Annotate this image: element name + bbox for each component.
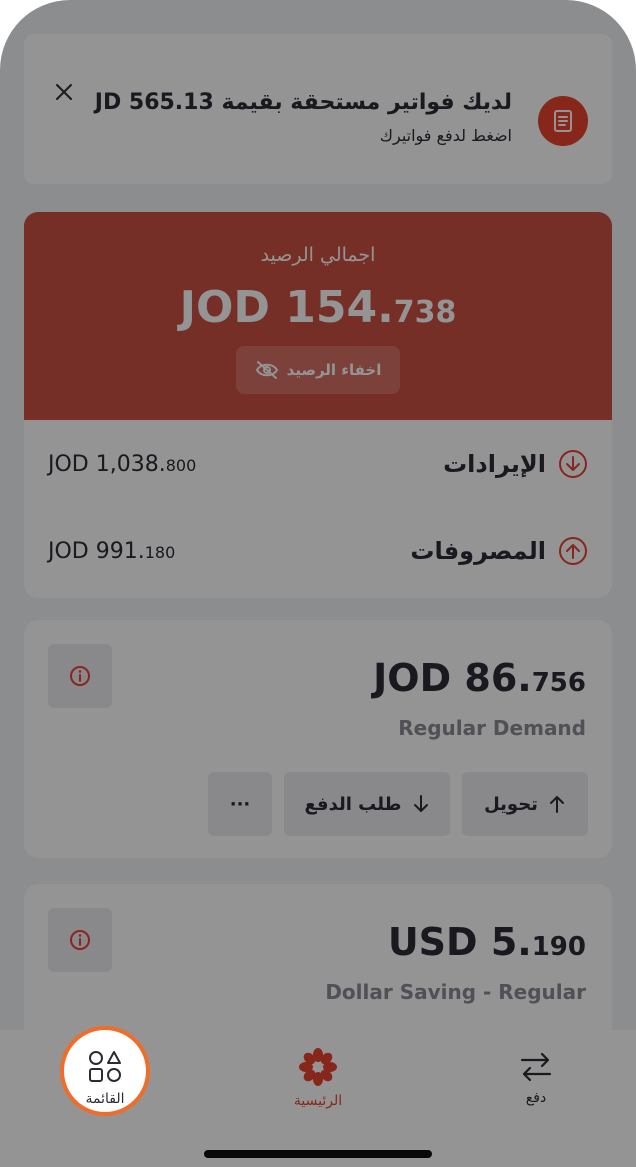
income-currency: JOD [48, 451, 89, 477]
screen: لديك فواتير مستحقة بقيمة JD 565.13 اضغط … [0, 0, 636, 1167]
arrow-up-circle-icon [559, 537, 587, 565]
account-name: Regular Demand [398, 716, 586, 740]
income-amount: JOD 1,038.800 [48, 452, 196, 477]
close-icon[interactable] [52, 80, 76, 104]
total-balance-whole: 154. [285, 282, 394, 333]
arrow-down-icon [413, 795, 428, 812]
hide-balance-button[interactable]: اخفاء الرصيد [236, 346, 400, 394]
info-icon[interactable] [48, 908, 112, 972]
nav-menu-label: القائمة [85, 1091, 125, 1107]
request-payment-button[interactable]: طلب الدفع [284, 772, 450, 836]
account-currency: JOD [373, 656, 452, 700]
expenses-decimal: 180 [144, 542, 176, 562]
more-options-button[interactable]: ··· [208, 772, 272, 836]
bill-banner-title: لديك فواتير مستحقة بقيمة JD 565.13 [94, 90, 512, 115]
request-payment-label: طلب الدفع [304, 793, 402, 815]
expenses-label: المصروفات [410, 537, 546, 565]
income-expense-summary: JOD 1,038.800 الإيرادات JOD 991.180 المص… [24, 420, 612, 598]
expenses-currency: JOD [48, 538, 89, 564]
income-label: الإيرادات [443, 450, 546, 478]
arrow-up-icon [549, 796, 564, 813]
income-row[interactable]: JOD 1,038.800 الإيرادات [48, 444, 588, 484]
hide-balance-label: اخفاء الرصيد [286, 361, 382, 379]
total-balance-currency: JOD [179, 282, 270, 333]
phone-device: لديك فواتير مستحقة بقيمة JD 565.13 اضغط … [0, 0, 636, 1167]
account-balance: USD 5.190 [388, 920, 586, 964]
nav-item-menu[interactable]: القائمة [35, 1040, 175, 1116]
invoice-icon [538, 96, 588, 146]
account-whole: 86. [464, 656, 532, 700]
income-decimal: 800 [165, 455, 197, 475]
total-balance-card: اجمالي الرصيد JOD 154.738 اخفاء الرصيد [24, 212, 612, 420]
transfer-label: تحويل [484, 793, 538, 815]
total-balance-decimal: 738 [393, 295, 457, 330]
total-balance-value: JOD 154.738 [24, 282, 612, 333]
income-whole: 1,038. [95, 451, 166, 477]
transfer-button[interactable]: تحويل [462, 772, 588, 836]
account-whole: 5. [490, 920, 532, 964]
expenses-whole: 991. [95, 538, 145, 564]
expenses-amount: JOD 991.180 [48, 539, 175, 564]
menu-shapes-icon [89, 1051, 121, 1082]
account-card-regular-demand[interactable]: JOD 86.756 Regular Demand ··· طلب الدفع [24, 620, 612, 858]
bill-banner-subtitle: اضغط لدفع فواتيرك [379, 126, 512, 145]
account-actions: ··· طلب الدفع تحويل [208, 772, 588, 836]
expenses-row[interactable]: JOD 991.180 المصروفات [48, 531, 588, 571]
income-label-wrap: الإيرادات [443, 449, 588, 479]
arrow-down-circle-icon [559, 450, 587, 478]
account-name: Dollar Saving - Regular [325, 980, 586, 1004]
account-decimal: 190 [531, 932, 586, 962]
eye-slash-icon [255, 361, 278, 379]
account-currency: USD [387, 920, 478, 964]
bill-banner[interactable]: لديك فواتير مستحقة بقيمة JD 565.13 اضغط … [24, 34, 612, 184]
more-options-label: ··· [229, 793, 251, 815]
account-balance: JOD 86.756 [373, 656, 586, 700]
total-balance-label: اجمالي الرصيد [260, 244, 376, 266]
expenses-label-wrap: المصروفات [410, 536, 588, 566]
account-decimal: 756 [531, 668, 586, 698]
bottom-navigation-highlight-layer: القائمة [0, 1026, 636, 1167]
info-icon[interactable] [48, 644, 112, 708]
